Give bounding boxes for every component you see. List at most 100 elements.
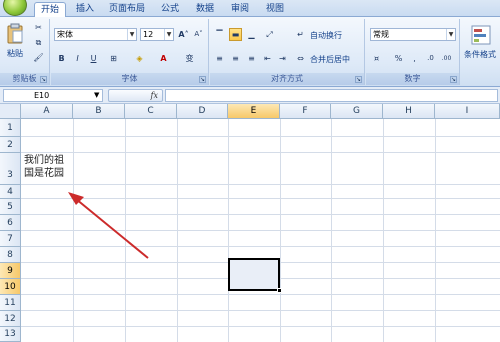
alignment-launcher-icon[interactable]: ↘ <box>355 76 362 83</box>
increase-indent-icon[interactable]: ⇥ <box>276 52 289 65</box>
column-header-f[interactable]: F <box>280 104 331 119</box>
worksheet-grid: A B C D E F G H I 1 2 3 4 5 6 7 8 9 10 1… <box>0 104 500 342</box>
comma-button[interactable]: , <box>408 52 421 65</box>
align-bottom-icon[interactable]: ▁ <box>245 28 258 41</box>
align-left-icon[interactable]: ≡ <box>213 52 226 65</box>
tab-home[interactable]: 开始 <box>34 2 67 18</box>
number-format-value: 常规 <box>373 30 389 39</box>
office-button[interactable] <box>3 0 27 16</box>
font-size-value: 12 <box>143 30 154 39</box>
wrap-text-label[interactable]: 自动换行 <box>310 30 342 41</box>
underline-button[interactable]: U <box>87 52 100 65</box>
row-header-10[interactable]: 10 <box>0 279 21 295</box>
chevron-down-icon: ▼ <box>164 29 173 40</box>
ribbon-tab-bar: 开始 插入 页面布局 公式 数据 审阅 视图 <box>0 0 500 18</box>
font-group-label: 字体 <box>51 73 208 85</box>
font-size-select[interactable]: 12 ▼ <box>140 28 174 41</box>
tab-insert[interactable]: 插入 <box>70 2 100 17</box>
column-header-b[interactable]: B <box>73 104 125 119</box>
copy-icon[interactable]: ⧉ <box>32 36 45 49</box>
column-header-g[interactable]: G <box>331 104 383 119</box>
chevron-down-icon: ▼ <box>127 29 136 40</box>
font-name-value: 宋体 <box>57 30 73 39</box>
fill-color-icon[interactable]: ◈ <box>133 52 146 65</box>
paste-label[interactable]: 粘贴 <box>7 48 23 59</box>
bold-button[interactable]: B <box>55 52 68 65</box>
tab-formulas[interactable]: 公式 <box>155 2 185 17</box>
decrease-decimal-button[interactable]: .00 <box>440 52 453 65</box>
cut-icon[interactable]: ✂ <box>32 21 45 34</box>
paste-icon[interactable] <box>6 23 24 45</box>
column-header-i[interactable]: I <box>435 104 500 119</box>
row-header-3[interactable]: 3 <box>0 153 21 185</box>
row-header-6[interactable]: 6 <box>0 215 21 231</box>
currency-icon[interactable]: ¤ <box>370 52 383 65</box>
shrink-font-button[interactable]: A˅ <box>192 28 205 41</box>
row-header-1[interactable]: 1 <box>0 119 21 137</box>
fill-handle[interactable] <box>277 288 282 293</box>
phonetic-button[interactable]: 变 <box>183 52 196 65</box>
align-top-icon[interactable]: ▔ <box>213 28 226 41</box>
font-launcher-icon[interactable]: ↘ <box>199 76 206 83</box>
cell-a3-line1: 我们的祖 <box>24 155 64 166</box>
row-header-8[interactable]: 8 <box>0 247 21 263</box>
row-header-5[interactable]: 5 <box>0 199 21 215</box>
clipboard-group: 粘贴 ✂ ⧉ 🖌 剪贴板 ↘ <box>0 19 50 85</box>
merge-center-icon[interactable]: ⇔ <box>294 52 307 65</box>
row-header-4[interactable]: 4 <box>0 185 21 199</box>
formula-bar: E10 ▼ fx <box>0 87 500 104</box>
italic-button[interactable]: I <box>71 52 84 65</box>
wrap-text-icon[interactable]: ↵ <box>294 28 307 41</box>
format-painter-icon[interactable]: 🖌 <box>32 51 45 64</box>
row-header-7[interactable]: 7 <box>0 231 21 247</box>
row-header-11[interactable]: 11 <box>0 295 21 311</box>
row-header-9[interactable]: 9 <box>0 263 21 279</box>
align-middle-icon[interactable]: ▬ <box>229 28 242 41</box>
formula-input[interactable] <box>165 89 498 102</box>
orientation-icon[interactable]: ⤢ <box>263 28 276 41</box>
grow-font-button[interactable]: A˄ <box>177 28 190 41</box>
tab-review[interactable]: 审阅 <box>225 2 255 17</box>
merge-center-label[interactable]: 合并后居中 <box>310 54 350 65</box>
font-group: 宋体 ▼ 12 ▼ A˄ A˅ B I U ⊞ ◈ A 变 字体 ↘ <box>51 19 209 85</box>
conditional-format-label[interactable]: 条件格式 <box>464 49 496 60</box>
column-header-a[interactable]: A <box>21 104 73 119</box>
column-header-c[interactable]: C <box>125 104 177 119</box>
font-color-icon[interactable]: A <box>157 52 170 65</box>
percent-button[interactable]: % <box>392 52 405 65</box>
selected-cell-range[interactable] <box>228 258 280 291</box>
column-header-e[interactable]: E <box>228 104 280 119</box>
number-group: 常规 ▼ ¤ % , .0 .00 数字 ↘ <box>366 19 460 85</box>
column-header-d[interactable]: D <box>177 104 228 119</box>
cell-a3[interactable]: 我们的祖 国是花园 <box>24 154 74 180</box>
tab-data[interactable]: 数据 <box>190 2 220 17</box>
name-box-value: E10 <box>34 91 50 100</box>
row-header-12[interactable]: 12 <box>0 311 21 327</box>
align-center-icon[interactable]: ≡ <box>229 52 242 65</box>
styles-group: 条件格式 <box>461 19 500 85</box>
number-group-label: 数字 <box>366 73 459 85</box>
select-all-corner[interactable] <box>0 104 21 119</box>
increase-decimal-button[interactable]: .0 <box>424 52 437 65</box>
chevron-down-icon[interactable]: ▼ <box>94 90 99 101</box>
conditional-format-icon[interactable] <box>471 25 491 45</box>
decrease-indent-icon[interactable]: ⇤ <box>261 52 274 65</box>
insert-function-button[interactable]: fx <box>108 89 163 102</box>
row-header-13[interactable]: 13 <box>0 327 21 342</box>
number-launcher-icon[interactable]: ↘ <box>450 76 457 83</box>
cell-gridlines <box>21 119 500 342</box>
column-header-h[interactable]: H <box>383 104 435 119</box>
name-box[interactable]: E10 ▼ <box>3 89 103 102</box>
row-header-2[interactable]: 2 <box>0 137 21 153</box>
tab-page-layout[interactable]: 页面布局 <box>103 2 151 17</box>
align-right-icon[interactable]: ≡ <box>245 52 258 65</box>
alignment-group-label: 对齐方式 <box>210 73 364 85</box>
font-name-select[interactable]: 宋体 ▼ <box>54 28 137 41</box>
tab-view[interactable]: 视图 <box>260 2 290 17</box>
border-icon[interactable]: ⊞ <box>107 52 120 65</box>
chevron-down-icon: ▼ <box>446 29 455 40</box>
alignment-group: ▔ ▬ ▁ ⤢ ↵ 自动换行 ≡ ≡ ≡ ⇤ ⇥ ⇔ 合并后居中 对齐方式 ↘ <box>210 19 365 85</box>
clipboard-launcher-icon[interactable]: ↘ <box>40 76 47 83</box>
ribbon: 粘贴 ✂ ⧉ 🖌 剪贴板 ↘ 宋体 ▼ 12 ▼ A˄ A˅ B I U ⊞ ◈… <box>0 17 500 87</box>
number-format-select[interactable]: 常规 ▼ <box>370 28 456 41</box>
